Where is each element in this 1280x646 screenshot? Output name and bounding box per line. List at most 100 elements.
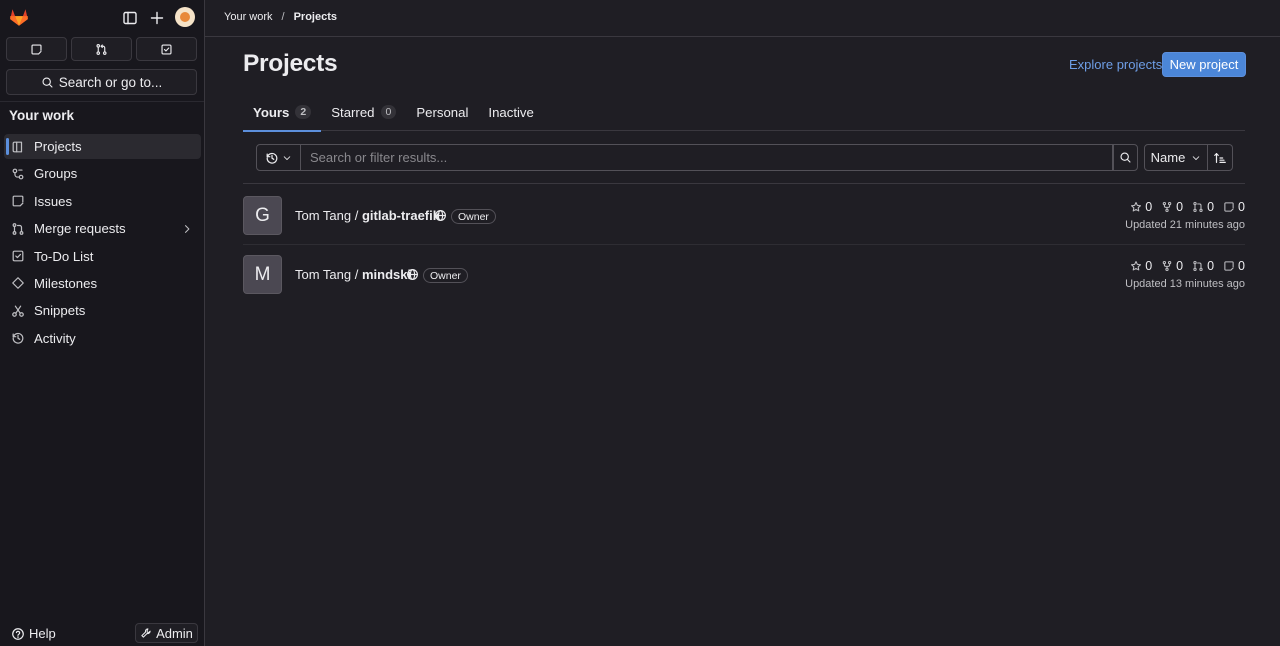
fork-icon bbox=[1162, 260, 1172, 272]
sidebar-item-label: Activity bbox=[34, 330, 76, 346]
search-or-go-to-button[interactable]: Search or go to... bbox=[6, 69, 197, 95]
sidebar-divider bbox=[0, 101, 204, 102]
breadcrumb-your-work[interactable]: Your work bbox=[224, 11, 273, 23]
issues-icon bbox=[1224, 261, 1234, 271]
wrench-icon bbox=[141, 628, 151, 638]
sidebar-item-todo-list[interactable]: To-Do List bbox=[4, 244, 201, 269]
tab-count-badge: 0 bbox=[380, 105, 397, 119]
user-avatar[interactable] bbox=[175, 7, 195, 27]
recent-searches-button[interactable] bbox=[256, 144, 301, 171]
filter-bar bbox=[256, 144, 1138, 171]
filter-divider bbox=[243, 183, 1245, 184]
explore-projects-link[interactable]: Explore projects bbox=[1069, 57, 1162, 72]
plus-icon[interactable] bbox=[149, 10, 165, 26]
star-icon bbox=[1131, 201, 1142, 212]
stat-value: 0 bbox=[1145, 259, 1153, 273]
project-avatar[interactable]: G bbox=[243, 196, 282, 235]
help-button[interactable]: Help bbox=[11, 626, 56, 641]
gitlab-logo-icon[interactable] bbox=[8, 6, 30, 28]
sidebar-shortcuts bbox=[6, 37, 197, 61]
snippet-icon bbox=[12, 305, 24, 317]
role-badge: Owner bbox=[423, 268, 468, 283]
sort-by-dropdown[interactable]: Name bbox=[1144, 144, 1208, 171]
sort-by-label: Name bbox=[1150, 150, 1186, 165]
tab-starred[interactable]: Starred 0 bbox=[321, 93, 406, 131]
project-list: G Tom Tang / gitlab-traefik Owner 0 0 0 … bbox=[243, 186, 1245, 304]
sidebar-item-groups[interactable]: Groups bbox=[4, 161, 201, 186]
issues-icon bbox=[12, 195, 24, 207]
merge-requests-count[interactable]: 0 bbox=[1192, 200, 1214, 214]
stars-count[interactable]: 0 bbox=[1130, 259, 1152, 273]
history-icon bbox=[266, 152, 278, 164]
page-title: Projects bbox=[243, 50, 338, 77]
sidebar-item-projects[interactable]: Projects bbox=[4, 134, 201, 159]
stat-value: 0 bbox=[1176, 200, 1184, 214]
filter-search-input[interactable] bbox=[301, 144, 1113, 171]
stat-value: 0 bbox=[1176, 259, 1184, 273]
merge-request-icon bbox=[96, 43, 107, 55]
project-stats: 0 0 0 0 bbox=[1130, 259, 1245, 273]
public-globe-icon bbox=[435, 210, 446, 221]
todo-icon bbox=[161, 43, 172, 55]
new-project-button[interactable]: New project bbox=[1162, 52, 1246, 77]
todo-icon bbox=[12, 250, 24, 262]
updated-timestamp: Updated 13 minutes ago bbox=[1125, 278, 1245, 290]
sidebar-nav: Projects Groups Issues Merge requests To… bbox=[4, 134, 201, 353]
sort-controls: Name bbox=[1144, 144, 1233, 171]
sidebar-toggle-icon[interactable] bbox=[122, 10, 138, 26]
project-stats: 0 0 0 0 bbox=[1130, 200, 1245, 214]
sidebar-item-merge-requests[interactable]: Merge requests bbox=[4, 216, 201, 241]
forks-count[interactable]: 0 bbox=[1161, 200, 1183, 214]
sidebar-item-milestones[interactable]: Milestones bbox=[4, 271, 201, 296]
public-globe-icon bbox=[407, 269, 418, 280]
star-icon bbox=[1131, 260, 1142, 271]
merge-requests-button[interactable] bbox=[71, 37, 132, 61]
project-name-link[interactable]: Tom Tang / gitlab-traefik bbox=[295, 208, 440, 223]
stat-value: 0 bbox=[1207, 200, 1215, 214]
issues-icon bbox=[1224, 202, 1234, 212]
sidebar-item-issues[interactable]: Issues bbox=[4, 189, 201, 214]
stat-value: 0 bbox=[1145, 200, 1153, 214]
breadcrumb-separator: / bbox=[281, 11, 285, 23]
tab-inactive[interactable]: Inactive bbox=[478, 93, 543, 131]
breadcrumb: Your work / Projects bbox=[224, 11, 337, 23]
admin-label: Admin bbox=[156, 625, 193, 641]
fork-icon bbox=[1162, 201, 1172, 213]
sort-ascending-icon bbox=[1214, 152, 1226, 163]
filter-search-button[interactable] bbox=[1113, 144, 1138, 171]
project-slug: gitlab-traefik bbox=[361, 208, 440, 223]
stars-count[interactable]: 0 bbox=[1130, 200, 1152, 214]
merge-requests-count[interactable]: 0 bbox=[1192, 259, 1214, 273]
forks-count[interactable]: 0 bbox=[1161, 259, 1183, 273]
tab-yours[interactable]: Yours 2 bbox=[243, 93, 322, 132]
merge-request-icon bbox=[12, 222, 24, 235]
search-icon bbox=[1120, 152, 1131, 163]
merge-request-icon bbox=[1193, 201, 1203, 213]
project-row: M Tom Tang / mindski Owner 0 0 0 0 Updat… bbox=[243, 245, 1245, 304]
sidebar-item-label: Issues bbox=[34, 193, 73, 209]
breadcrumb-projects[interactable]: Projects bbox=[294, 11, 337, 23]
sidebar-item-label: Milestones bbox=[34, 275, 98, 291]
assigned-issues-button[interactable] bbox=[6, 37, 67, 61]
tab-label: Inactive bbox=[488, 104, 534, 120]
project-slug: mindski bbox=[361, 267, 412, 282]
milestone-icon bbox=[12, 277, 24, 290]
sidebar-section-title: Your work bbox=[9, 108, 75, 123]
tab-label: Personal bbox=[416, 104, 469, 120]
sidebar-item-label: Snippets bbox=[34, 303, 86, 319]
sidebar-item-label: To-Do List bbox=[34, 248, 94, 264]
todo-list-button[interactable] bbox=[136, 37, 197, 61]
tab-personal[interactable]: Personal bbox=[406, 93, 478, 131]
tab-label: Yours bbox=[253, 104, 290, 120]
chevron-down-icon bbox=[1193, 155, 1200, 160]
issues-count[interactable]: 0 bbox=[1223, 200, 1245, 214]
issues-icon bbox=[31, 43, 42, 55]
issues-count[interactable]: 0 bbox=[1223, 259, 1245, 273]
sort-direction-button[interactable] bbox=[1208, 144, 1233, 171]
help-icon bbox=[12, 627, 24, 640]
project-avatar[interactable]: M bbox=[243, 255, 282, 294]
sidebar-item-snippets[interactable]: Snippets bbox=[4, 298, 201, 323]
admin-button[interactable]: Admin bbox=[135, 623, 198, 643]
project-name-link[interactable]: Tom Tang / mindski bbox=[295, 267, 411, 282]
sidebar-item-activity[interactable]: Activity bbox=[4, 326, 201, 351]
